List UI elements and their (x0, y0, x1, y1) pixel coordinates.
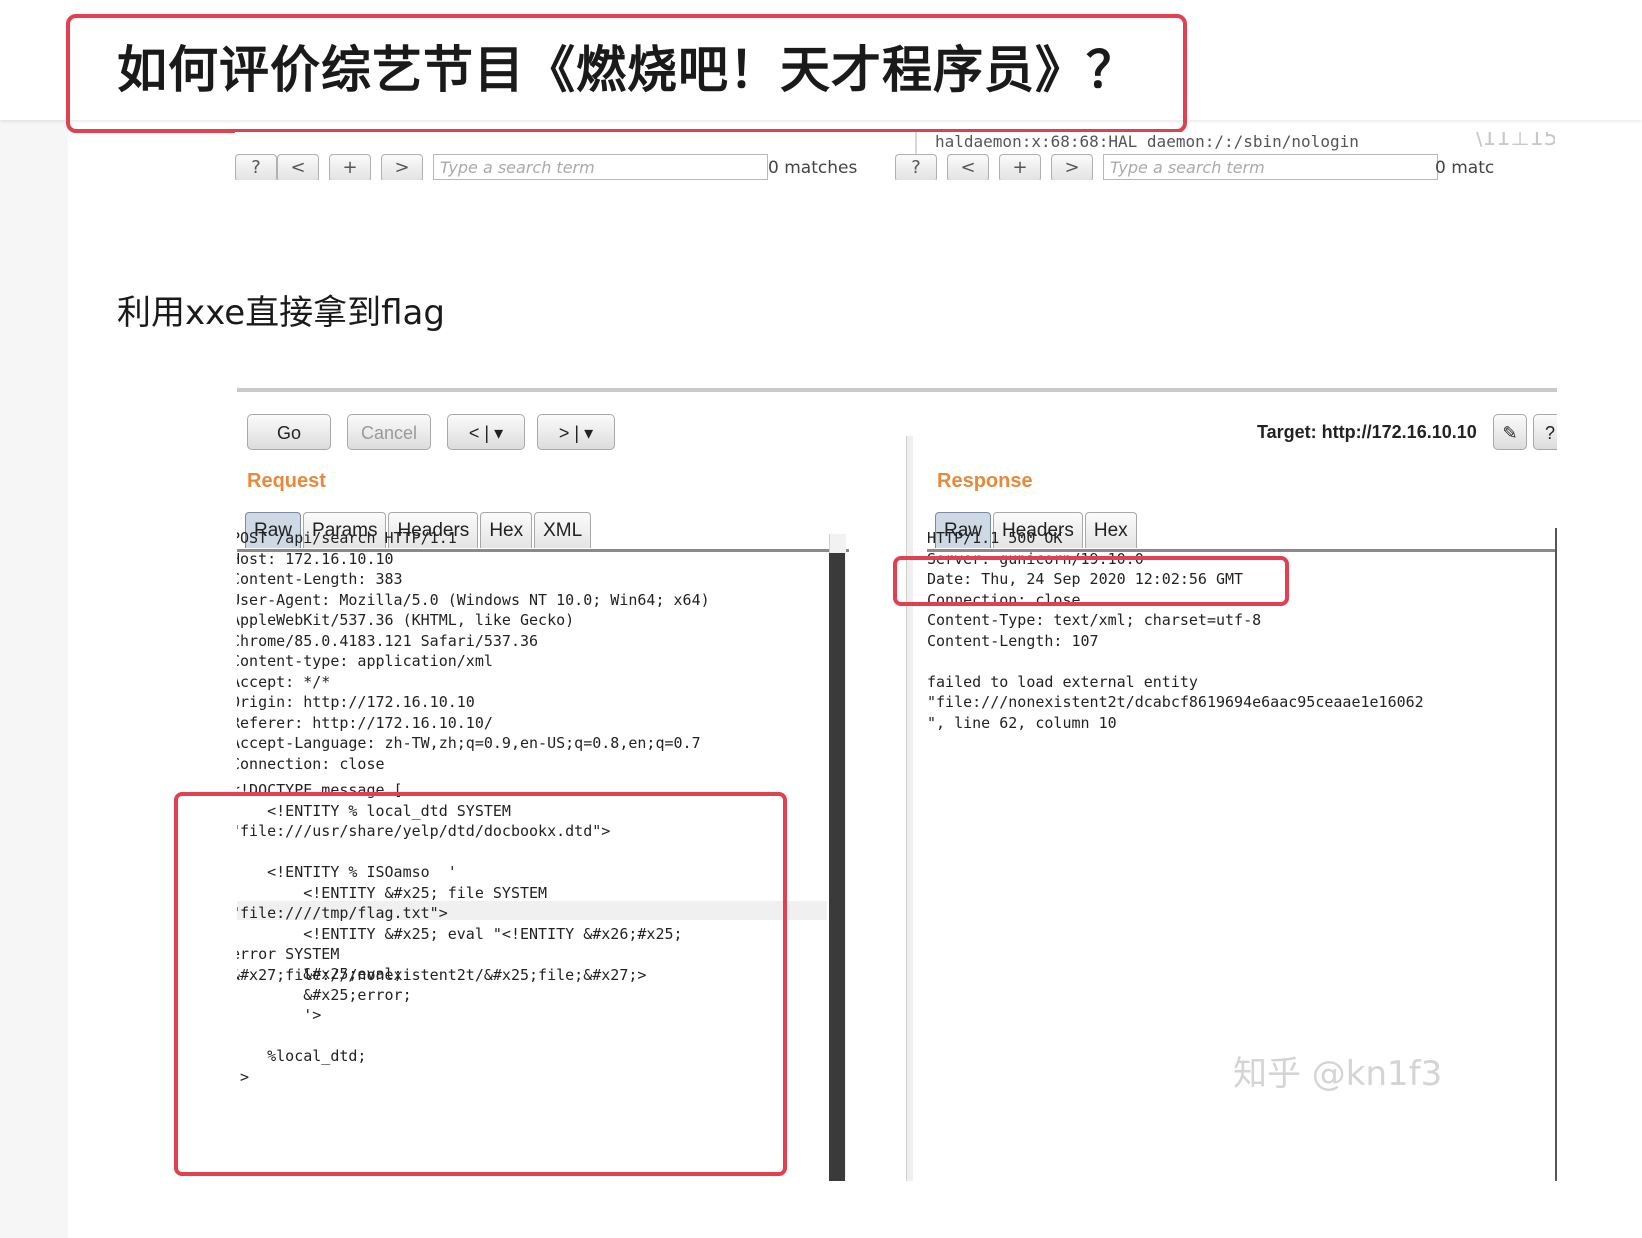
help-button[interactable]: ? (1533, 414, 1557, 450)
search-input[interactable]: Type a search term (1103, 154, 1438, 180)
prev-match-button[interactable]: < (277, 154, 319, 180)
match-count: 0 matches (768, 158, 858, 178)
garbled-right-text: \11⊥15 (1475, 132, 1555, 151)
target-label: Target: http://172.16.10.10 (1257, 422, 1477, 442)
cancel-button[interactable]: Cancel (347, 414, 431, 450)
response-right-border (1555, 528, 1557, 1181)
zhihu-watermark: 知乎 @kn1f3 (1233, 1054, 1443, 1094)
top-screenshot-toolbar: haldaemon:x:68:68:HAL daemon:/:/sbin/nol… (235, 132, 1555, 180)
garbled-response-line: haldaemon:x:68:68:HAL daemon:/:/sbin/nol… (935, 132, 1359, 151)
next-match-button[interactable]: > (381, 154, 423, 180)
request-headers-text[interactable]: POST /api/search HTTP/1.1 Host: 172.16.1… (237, 528, 710, 774)
request-scrollbar-thumb[interactable] (829, 553, 845, 1181)
left-gutter (0, 0, 68, 1238)
pane-splitter[interactable] (906, 436, 913, 1181)
search-input[interactable]: Type a search term (433, 154, 768, 180)
payload-highlight-box (174, 792, 787, 1176)
help-button[interactable]: ? (895, 154, 937, 180)
help-button[interactable]: ? (235, 154, 277, 180)
forward-history-button[interactable]: > | ▾ (537, 414, 615, 450)
response-title: Response (937, 470, 1033, 492)
match-count: 0 matc (1435, 158, 1495, 178)
pencil-icon[interactable]: ✎ (1493, 414, 1527, 450)
next-match-button[interactable]: > (1051, 154, 1093, 180)
add-button[interactable]: + (329, 154, 371, 180)
request-title: Request (247, 470, 326, 492)
article-paragraph: 利用xxe直接拿到flag (117, 293, 445, 333)
go-button[interactable]: Go (247, 414, 331, 450)
server-highlight-box (893, 556, 1289, 606)
title-highlight-box (66, 14, 1187, 133)
top-border (237, 388, 1557, 392)
back-history-button[interactable]: < | ▾ (447, 414, 525, 450)
add-button[interactable]: + (999, 154, 1041, 180)
prev-match-button[interactable]: < (947, 154, 989, 180)
